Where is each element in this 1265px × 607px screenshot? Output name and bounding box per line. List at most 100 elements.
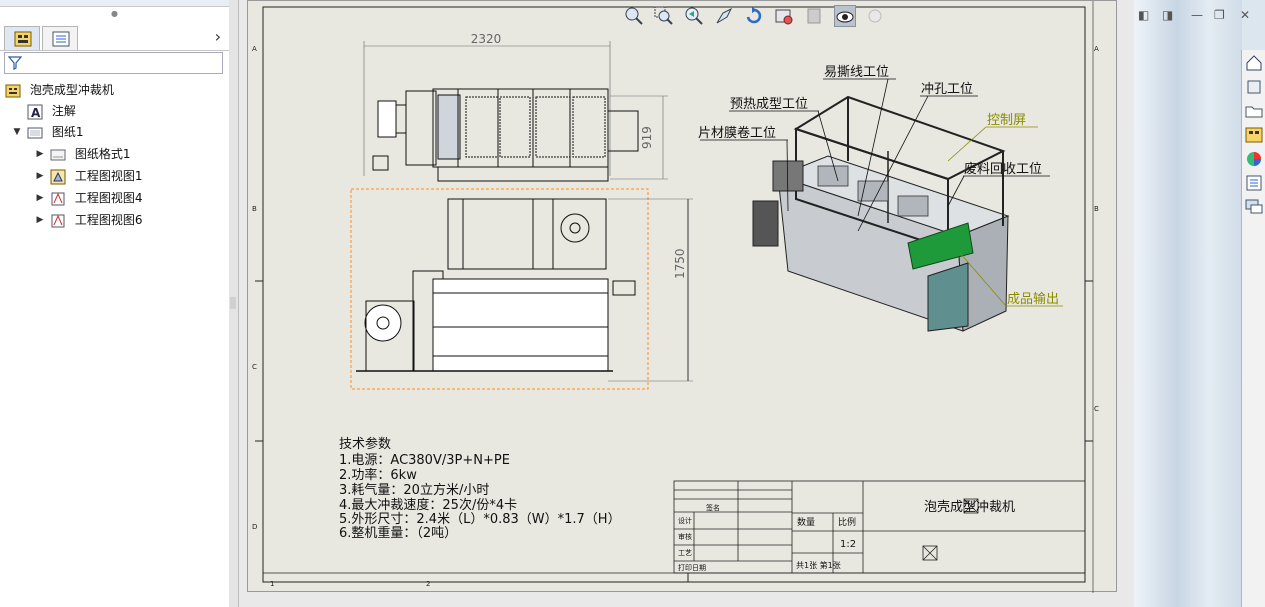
spec-line: 3.耗气量：20立方米/小时 bbox=[339, 482, 489, 498]
display-style-icon[interactable] bbox=[804, 5, 826, 27]
spec-line: 6.整机重量：（2吨） bbox=[339, 525, 457, 541]
border-letter: B bbox=[1094, 205, 1099, 213]
tree-item-sheet1[interactable]: ▼ 图纸1 bbox=[14, 122, 84, 142]
tree-item-label: 工程图视图4 bbox=[74, 191, 143, 205]
file-explorer-icon[interactable] bbox=[1244, 101, 1264, 121]
title-qty-label: 数量 bbox=[797, 516, 815, 528]
tree-item-label: 注解 bbox=[51, 104, 76, 118]
tree-item-label: 图纸格式1 bbox=[74, 147, 131, 161]
panel-tabs bbox=[0, 26, 229, 51]
drawing-svg: A B C D A B C 1 2 2320 919 1750 易撕线工位 冲孔… bbox=[252, 1, 1099, 593]
tree-item-annotations[interactable]: A 注解 bbox=[27, 101, 76, 121]
filter-input[interactable] bbox=[4, 52, 223, 74]
tab-property-manager[interactable] bbox=[42, 26, 78, 50]
dock-right-icon[interactable]: ◨ bbox=[1162, 8, 1173, 22]
expand-triangle-icon[interactable]: ▶ bbox=[34, 166, 46, 186]
tech-spec-note[interactable]: 技术参数 1.电源：AC380V/3P+N+PE 2.功率：6kw 3.耗气量：… bbox=[339, 436, 621, 541]
tree-item-label: 图纸1 bbox=[51, 125, 84, 139]
callout-tear-station[interactable]: 易撕线工位 bbox=[824, 65, 889, 80]
apply-scene-icon[interactable] bbox=[864, 5, 886, 27]
title-block[interactable] bbox=[673, 480, 1086, 574]
zoom-to-fit-icon[interactable] bbox=[623, 5, 645, 27]
collapse-triangle-icon[interactable]: ▼ bbox=[11, 122, 23, 142]
appearances-icon[interactable] bbox=[1244, 149, 1264, 169]
callout-waste-station[interactable]: 废料回收工位 bbox=[964, 161, 1042, 177]
projected-view-icon bbox=[51, 192, 65, 205]
expand-triangle-icon[interactable]: ▶ bbox=[34, 188, 46, 208]
forum-icon[interactable] bbox=[1244, 197, 1264, 217]
featuremanager-icon bbox=[14, 31, 32, 47]
callout-control-screen[interactable]: 控制屏 bbox=[987, 113, 1026, 128]
sheet-format-icon bbox=[50, 149, 66, 160]
home-icon[interactable] bbox=[1244, 53, 1264, 73]
panel-splitter[interactable] bbox=[229, 0, 239, 607]
border-letter: B bbox=[252, 205, 257, 213]
panel-grip-handle[interactable]: ● bbox=[0, 7, 229, 21]
view-palette-icon[interactable] bbox=[1244, 125, 1264, 145]
border-letter: D bbox=[252, 523, 257, 531]
design-library-icon[interactable] bbox=[1244, 77, 1264, 97]
restore-icon[interactable]: ❐ bbox=[1214, 8, 1225, 22]
sheet-icon bbox=[27, 127, 43, 138]
hide-show-items-icon[interactable] bbox=[833, 5, 856, 27]
isometric-view[interactable] bbox=[752, 95, 1010, 332]
expand-triangle-icon[interactable]: ▶ bbox=[34, 210, 46, 230]
annotation-icon: A bbox=[27, 104, 43, 120]
custom-properties-icon[interactable] bbox=[1244, 173, 1264, 193]
close-icon[interactable]: ✕ bbox=[1240, 8, 1250, 22]
tab-featuremanager[interactable] bbox=[4, 26, 40, 50]
spec-line: 4.最大冲裁速度：25次/份*4卡 bbox=[339, 497, 517, 513]
tree-item-view4[interactable]: ▶ 工程图视图4 bbox=[37, 188, 143, 208]
panel-top-bar bbox=[0, 0, 229, 7]
expand-triangle-icon[interactable]: ▶ bbox=[34, 144, 46, 164]
dimension-height[interactable]: 1750 bbox=[673, 248, 687, 279]
front-view[interactable] bbox=[356, 198, 693, 382]
title-scale-label: 比例 bbox=[838, 516, 856, 528]
spec-title: 技术参数 bbox=[339, 436, 391, 452]
tree-root[interactable]: 泡壳成型冲裁机 bbox=[5, 80, 114, 100]
tree-item-label: 工程图视图1 bbox=[74, 169, 143, 183]
callout-product-output[interactable]: 成品输出 bbox=[1007, 291, 1059, 307]
callout-punch-station[interactable]: 冲孔工位 bbox=[921, 82, 973, 97]
property-list-icon bbox=[52, 31, 70, 47]
zoom-to-area-icon[interactable] bbox=[653, 5, 675, 27]
title-process-label: 工艺 bbox=[678, 549, 692, 557]
callout-preheat-station[interactable]: 预热成型工位 bbox=[730, 97, 808, 112]
rotate-icon[interactable] bbox=[743, 5, 765, 27]
tree-item-view1[interactable]: ▶ 工程图视图1 bbox=[37, 166, 143, 186]
title-machine-name[interactable]: 泡壳成型冲裁机 bbox=[924, 499, 1015, 515]
title-sign-label: 签名 bbox=[706, 503, 720, 512]
window-glass-background bbox=[1134, 0, 1242, 607]
border-letter: C bbox=[1094, 405, 1099, 413]
title-scale-value: 1:2 bbox=[840, 539, 856, 550]
drawing-sheet[interactable]: A B C D A B C 1 2 2320 919 1750 易撕线工位 冲孔… bbox=[247, 0, 1117, 593]
tree-item-sheet-format1[interactable]: ▶ 图纸格式1 bbox=[37, 144, 131, 164]
tree-root-label: 泡壳成型冲裁机 bbox=[29, 83, 114, 97]
previous-view-icon[interactable] bbox=[683, 5, 705, 27]
border-letter: C bbox=[252, 363, 257, 371]
filter-icon bbox=[8, 56, 22, 70]
tree-item-view6[interactable]: ▶ 工程图视图6 bbox=[37, 210, 143, 230]
dock-left-icon[interactable]: ◧ bbox=[1138, 8, 1149, 22]
title-print-date-label: 打印日期 bbox=[678, 563, 706, 572]
tree-item-label: 工程图视图6 bbox=[74, 213, 143, 227]
pan-icon[interactable] bbox=[713, 5, 735, 27]
title-design-label: 设计 bbox=[678, 516, 692, 525]
border-letter: A bbox=[252, 45, 257, 53]
view-settings-icon[interactable] bbox=[773, 5, 795, 27]
dimension-width[interactable]: 2320 bbox=[471, 32, 502, 46]
feature-manager-panel: ● › 泡壳成型冲裁机 A 注解 ▼ 图纸1 ▶ 图纸格式1 ▶ 工程图视图1 … bbox=[0, 0, 230, 607]
spec-line: 1.电源：AC380V/3P+N+PE bbox=[339, 453, 510, 468]
chevron-right-icon[interactable]: › bbox=[215, 27, 221, 46]
title-audit-label: 审核 bbox=[678, 532, 692, 541]
minimize-icon[interactable]: — bbox=[1191, 8, 1203, 22]
callout-film-station[interactable]: 片材膜卷工位 bbox=[698, 125, 776, 141]
dimension-depth[interactable]: 919 bbox=[640, 126, 654, 149]
svg-text:A: A bbox=[31, 106, 41, 120]
projected-view-icon bbox=[51, 214, 65, 227]
splitter-handle[interactable] bbox=[230, 297, 236, 309]
graphics-area[interactable]: A B C D A B C 1 2 2320 919 1750 易撕线工位 冲孔… bbox=[239, 0, 1134, 607]
spec-line: 2.功率：6kw bbox=[339, 467, 417, 483]
border-number: 1 bbox=[270, 580, 274, 588]
top-view[interactable] bbox=[363, 41, 668, 182]
